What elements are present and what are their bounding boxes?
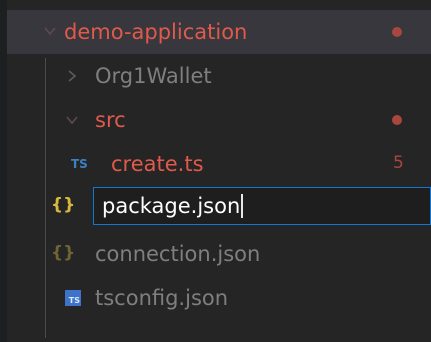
tree-item-label: connection.json [95,241,261,266]
rename-input[interactable]: package.json [93,187,431,225]
tree-item-src[interactable]: src [7,98,431,142]
chevron-down-icon [43,24,57,38]
json-braces-icon: {} [51,243,76,263]
error-dot-icon [392,115,402,125]
rename-input-value: package.json [102,194,241,218]
chevron-right-icon [65,69,79,83]
tree-item-create-ts[interactable]: TS create.ts 5 [7,142,431,186]
error-dot-icon [392,27,402,37]
tree-item-org1wallet[interactable]: Org1Wallet [7,54,431,98]
json-braces-icon: {} [51,195,76,215]
tree-item-label: create.ts [111,151,204,176]
tree-item-label: Org1Wallet [95,63,212,88]
tree-item-connection-json[interactable]: {} connection.json [7,232,431,276]
text-caret [241,194,244,218]
tree-item-demo-application[interactable]: demo-application [7,10,431,54]
typescript-config-icon: TS [65,290,81,306]
tree-item-label: demo-application [64,19,248,44]
explorer-tree: demo-application Org1Wallet src TS creat… [7,0,431,342]
tree-item-label: src [95,107,126,132]
chevron-down-icon [65,113,79,127]
tree-item-label: tsconfig.json [95,285,229,310]
typescript-icon: TS [71,157,88,171]
problem-count-badge: 5 [393,153,404,173]
